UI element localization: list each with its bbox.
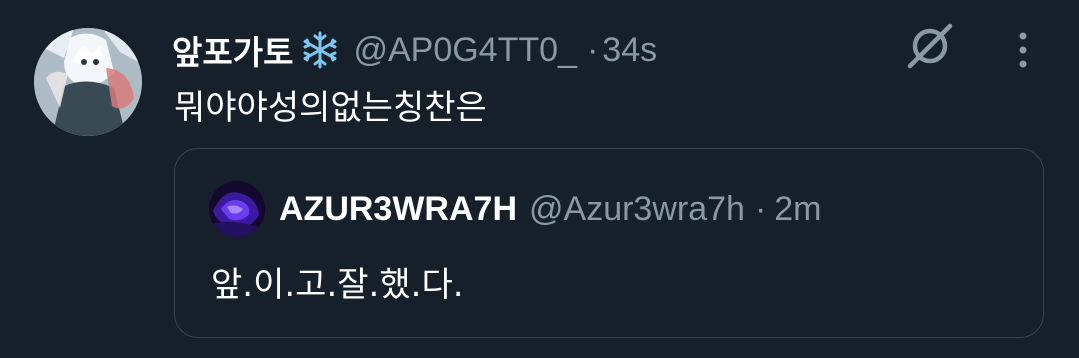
quote-avatar-image bbox=[209, 181, 265, 237]
quote-avatar[interactable] bbox=[209, 181, 265, 237]
quote-timestamp[interactable]: 2m bbox=[774, 190, 821, 229]
quote-separator-dot: · bbox=[754, 189, 767, 228]
more-icon[interactable] bbox=[1008, 28, 1038, 72]
avatar[interactable] bbox=[34, 28, 142, 136]
avatar-image bbox=[34, 28, 142, 136]
handle[interactable]: @AP0G4TT0_ bbox=[353, 31, 577, 70]
quote-header: AZUR3WRA7H @Azur3wra7h · 2m bbox=[209, 181, 822, 237]
tweet[interactable]: 앞포가토 @AP0G4TT0_ · 34s 뭐야야성의없는칭찬은 AZUR3WR… bbox=[0, 0, 1079, 358]
timestamp[interactable]: 34s bbox=[602, 31, 657, 70]
quote-display-name[interactable]: AZUR3WRA7H bbox=[279, 190, 517, 229]
separator-dot: · bbox=[586, 30, 599, 69]
quoted-tweet[interactable]: AZUR3WRA7H @Azur3wra7h · 2m 앞.이.고.잘.했.다. bbox=[174, 148, 1044, 338]
grok-icon[interactable] bbox=[904, 20, 956, 72]
tweet-header: 앞포가토 @AP0G4TT0_ · 34s bbox=[172, 26, 657, 74]
quote-handle[interactable]: @Azur3wra7h bbox=[529, 190, 745, 229]
tweet-text: 뭐야야성의없는칭찬은 bbox=[174, 88, 487, 128]
display-name[interactable]: 앞포가토 bbox=[172, 26, 293, 74]
quote-text: 앞.이.고.잘.했.다. bbox=[211, 265, 464, 305]
snowflake-icon bbox=[299, 29, 341, 71]
